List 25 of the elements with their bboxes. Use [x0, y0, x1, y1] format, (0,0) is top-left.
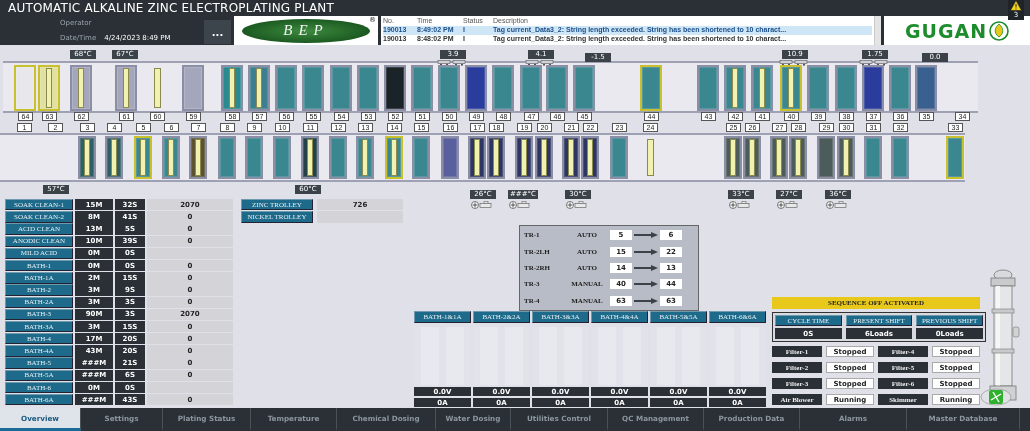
menu-button[interactable]: ...	[204, 20, 231, 44]
warning-icon[interactable]	[1010, 0, 1022, 11]
trolley-icon	[779, 60, 809, 66]
fan-icon	[980, 388, 1012, 406]
arrow-icon	[632, 297, 660, 304]
rack	[647, 139, 654, 176]
pump-icon	[777, 201, 799, 209]
logo: BEP	[242, 18, 370, 43]
pump-icon	[471, 201, 493, 209]
trolley-icon	[525, 60, 555, 66]
brand-name: GUGAN	[904, 19, 988, 42]
arrow-icon	[632, 264, 660, 271]
trolley-icon	[859, 60, 889, 66]
pump-icon	[509, 201, 531, 209]
pump-icon	[729, 201, 751, 209]
pump-icon	[826, 201, 848, 209]
pump-icon	[566, 201, 588, 209]
scrollbar[interactable]	[874, 16, 881, 45]
leaf-icon	[989, 20, 1010, 41]
arrow-icon	[632, 281, 660, 288]
rack	[154, 68, 161, 108]
window-title: AUTOMATIC ALKALINE ZINC ELECTROPLATING PLANT	[8, 1, 335, 15]
arrow-icon	[632, 232, 660, 239]
arrow-icon	[632, 248, 660, 255]
trolley-icon	[437, 60, 467, 66]
